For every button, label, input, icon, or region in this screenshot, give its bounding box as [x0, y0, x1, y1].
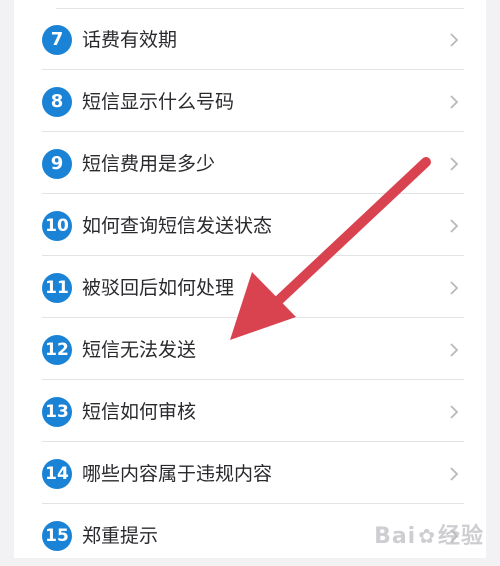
chevron-right-icon — [450, 343, 459, 357]
item-number-badge: 7 — [42, 25, 72, 55]
item-number-badge: 11 — [42, 273, 72, 303]
faq-item-label: 话费有效期 — [82, 29, 178, 51]
faq-item-label: 短信无法发送 — [82, 339, 197, 361]
chevron-right-icon — [450, 33, 459, 47]
faq-item-label: 短信费用是多少 — [82, 153, 216, 175]
faq-item-label: 短信如何审核 — [82, 401, 197, 423]
chevron-right-icon — [450, 281, 459, 295]
faq-item-label: 郑重提示 — [82, 525, 159, 547]
watermark: Bai ✿经验 — [374, 518, 484, 550]
faq-item-11[interactable]: 11 被驳回后如何处理 — [14, 256, 486, 318]
item-number-badge: 12 — [42, 335, 72, 365]
faq-item-7[interactable]: 7 话费有效期 — [14, 8, 486, 70]
item-number-badge: 15 — [42, 521, 72, 551]
faq-item-label: 如何查询短信发送状态 — [82, 215, 273, 237]
paw-icon: ✿ — [418, 524, 436, 548]
faq-item-label: 短信显示什么号码 — [82, 91, 235, 113]
item-number-badge: 8 — [42, 87, 72, 117]
chevron-right-icon — [450, 95, 459, 109]
faq-item-10[interactable]: 10 如何查询短信发送状态 — [14, 194, 486, 256]
item-number-badge: 14 — [42, 459, 72, 489]
faq-item-12[interactable]: 12 短信无法发送 — [14, 318, 486, 380]
chevron-right-icon — [450, 157, 459, 171]
item-number-badge: 9 — [42, 149, 72, 179]
faq-item-13[interactable]: 13 短信如何审核 — [14, 380, 486, 442]
watermark-suffix: 经验 — [437, 524, 484, 549]
faq-list: 7 话费有效期 8 短信显示什么号码 9 短信费用是多少 10 如何查询短信发送… — [14, 0, 486, 558]
item-number-badge: 13 — [42, 397, 72, 427]
chevron-right-icon — [450, 467, 459, 481]
watermark-text: Bai — [374, 524, 417, 549]
item-number-badge: 10 — [42, 211, 72, 241]
faq-item-label: 哪些内容属于违规内容 — [82, 463, 273, 485]
faq-item-8[interactable]: 8 短信显示什么号码 — [14, 70, 486, 132]
chevron-right-icon — [450, 405, 459, 419]
faq-item-14[interactable]: 14 哪些内容属于违规内容 — [14, 442, 486, 504]
faq-item-label: 被驳回后如何处理 — [82, 277, 235, 299]
faq-item-9[interactable]: 9 短信费用是多少 — [14, 132, 486, 194]
chevron-right-icon — [450, 219, 459, 233]
